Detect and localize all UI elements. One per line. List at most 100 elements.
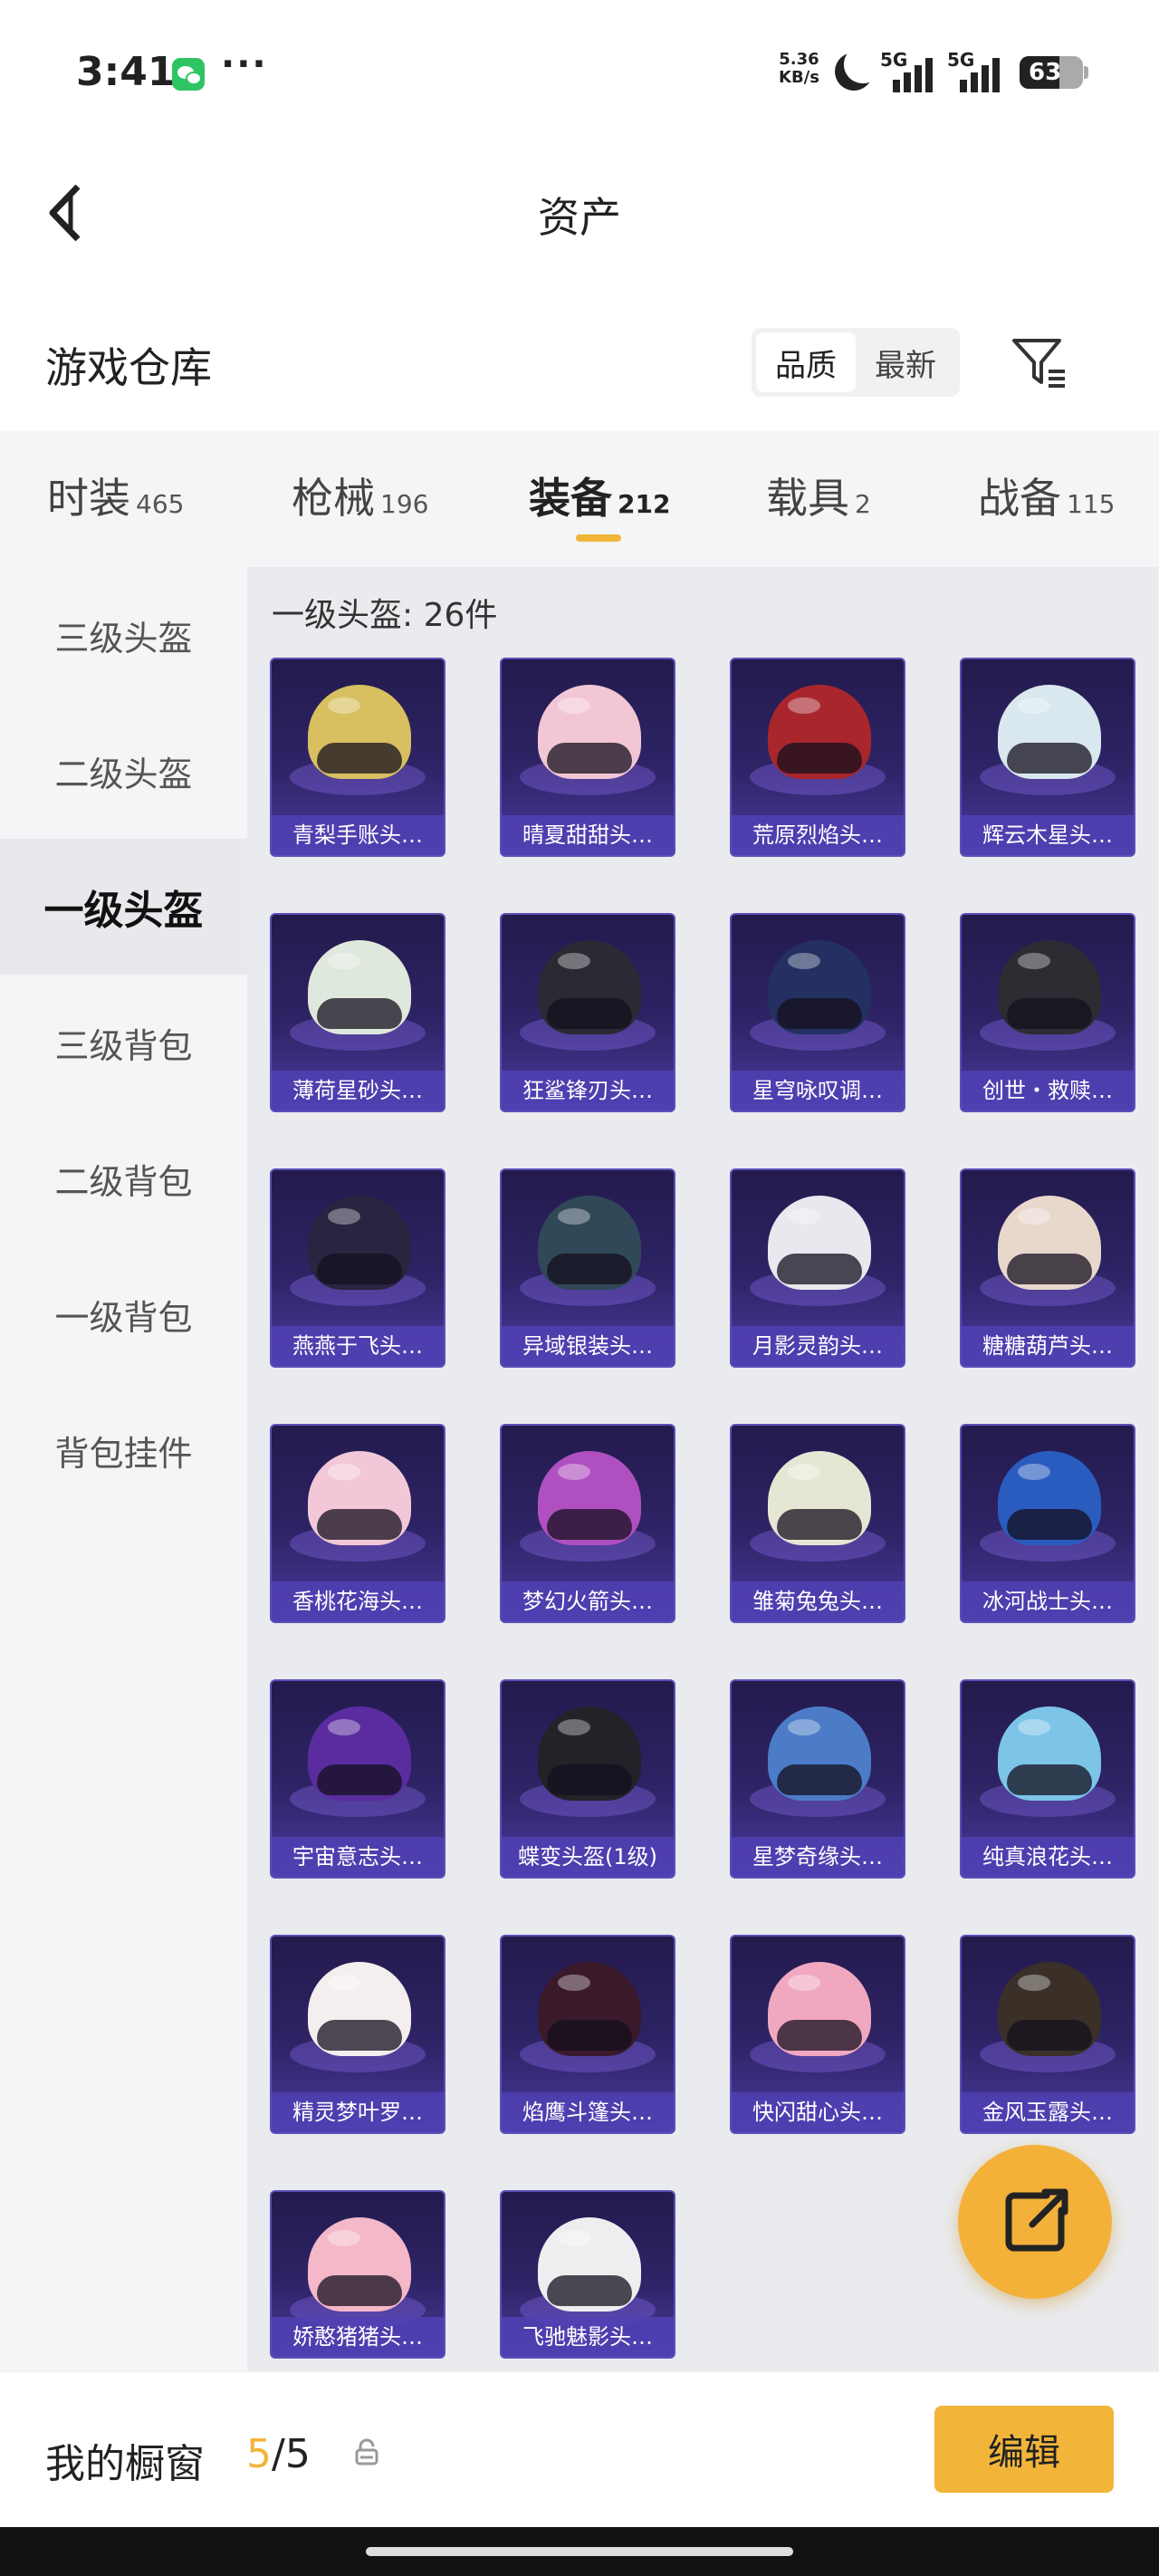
helmet-name: 快闪甜心头… bbox=[732, 2092, 904, 2132]
do-not-disturb-icon bbox=[829, 47, 878, 96]
helmet-name: 燕燕于飞头… bbox=[272, 1326, 444, 1366]
helmet-card[interactable]: 宇宙意志头… bbox=[270, 1679, 445, 1879]
helmet-name: 雏菊兔兔头… bbox=[732, 1581, 904, 1621]
helmet-card[interactable]: 冰河战士头… bbox=[960, 1424, 1135, 1623]
tab-supplies-label: 战备 bbox=[978, 474, 1061, 523]
helmet-image bbox=[998, 685, 1101, 779]
helmet-card[interactable]: 娇憨猪猪头… bbox=[270, 2190, 445, 2359]
tab-vehicles[interactable]: 载具 2 bbox=[766, 466, 871, 525]
tab-firearms-label: 枪械 bbox=[292, 474, 375, 523]
helmet-card[interactable]: 月影灵韵头… bbox=[730, 1168, 905, 1368]
tab-fashion-label: 时装 bbox=[47, 474, 130, 523]
helmet-card[interactable]: 香桃花海头… bbox=[270, 1424, 445, 1623]
helmet-card[interactable]: 狂鲨锋刃头… bbox=[500, 913, 675, 1112]
helmet-image bbox=[538, 1962, 641, 2056]
status-time: 3:41 bbox=[76, 49, 176, 95]
helmet-name: 宇宙意志头… bbox=[272, 1837, 444, 1877]
helmet-name: 焰鹰斗篷头… bbox=[502, 2092, 674, 2132]
tab-fashion-count: 465 bbox=[136, 489, 185, 519]
helmet-card[interactable]: 星穹咏叹调… bbox=[730, 913, 905, 1112]
showcase-current: 5 bbox=[246, 2431, 272, 2477]
helmet-image bbox=[768, 1706, 871, 1801]
helmet-card[interactable]: 辉云木星头… bbox=[960, 658, 1135, 857]
helmet-name: 荒原烈焰头… bbox=[732, 815, 904, 855]
helmet-image bbox=[768, 1196, 871, 1290]
battery-icon: 63 bbox=[1020, 56, 1088, 89]
tab-supplies-count: 115 bbox=[1067, 489, 1116, 519]
sort-toggle: 品质 最新 bbox=[752, 328, 960, 397]
tab-fashion[interactable]: 时装 465 bbox=[47, 466, 184, 525]
helmet-image bbox=[768, 685, 871, 779]
tab-firearms-count: 196 bbox=[380, 489, 429, 519]
tab-equipment[interactable]: 装备 212 bbox=[529, 466, 670, 525]
helmet-card[interactable]: 焰鹰斗篷头… bbox=[500, 1935, 675, 2134]
wechat-notification-icon bbox=[172, 58, 205, 91]
helmet-card[interactable]: 纯真浪花头… bbox=[960, 1679, 1135, 1879]
helmet-card[interactable]: 燕燕于飞头… bbox=[270, 1168, 445, 1368]
helmet-card[interactable]: 晴夏甜甜头… bbox=[500, 658, 675, 857]
tab-vehicles-count: 2 bbox=[855, 489, 871, 519]
helmet-image bbox=[538, 1451, 641, 1545]
helmet-image bbox=[308, 1196, 411, 1290]
helmet-card[interactable]: 精灵梦叶罗… bbox=[270, 1935, 445, 2134]
helmet-image bbox=[998, 1451, 1101, 1545]
sidebar-item-level1-backpack[interactable]: 一级背包 bbox=[0, 1246, 247, 1382]
showcase-label: 我的橱窗 bbox=[45, 2441, 205, 2487]
tab-firearms[interactable]: 枪械 196 bbox=[292, 466, 428, 525]
helmet-card[interactable]: 荒原烈焰头… bbox=[730, 658, 905, 857]
helmet-name: 纯真浪花头… bbox=[962, 1837, 1134, 1877]
helmet-card[interactable]: 薄荷星砂头… bbox=[270, 913, 445, 1112]
home-indicator[interactable] bbox=[366, 2547, 793, 2556]
section-title: 游戏仓库 bbox=[45, 343, 212, 392]
tab-equipment-label: 装备 bbox=[529, 474, 612, 523]
share-button[interactable] bbox=[958, 2145, 1112, 2299]
helmet-name: 星梦奇缘头… bbox=[732, 1837, 904, 1877]
helmet-card[interactable]: 快闪甜心头… bbox=[730, 1935, 905, 2134]
tab-supplies[interactable]: 战备 115 bbox=[978, 466, 1115, 525]
helmet-image bbox=[308, 1451, 411, 1545]
helmet-card[interactable]: 创世・救赎… bbox=[960, 913, 1135, 1112]
share-icon bbox=[1005, 2188, 1068, 2252]
sidebar-item-level3-backpack[interactable]: 三级背包 bbox=[0, 975, 247, 1110]
battery-level: 63 bbox=[1029, 59, 1062, 86]
sidebar-item-backpack-charm[interactable]: 背包挂件 bbox=[0, 1382, 247, 1518]
sort-quality-option[interactable]: 品质 bbox=[756, 332, 856, 392]
helmet-card[interactable]: 糖糖葫芦头… bbox=[960, 1168, 1135, 1368]
helmet-image bbox=[768, 1451, 871, 1545]
showcase-total: /5 bbox=[272, 2431, 311, 2477]
helmet-image bbox=[768, 1962, 871, 2056]
category-tabs: 时装 465 枪械 196 装备 212 载具 2 战备 115 bbox=[0, 431, 1159, 567]
helmet-name: 香桃花海头… bbox=[272, 1581, 444, 1621]
helmet-image bbox=[538, 685, 641, 779]
helmet-name: 梦幻火箭头… bbox=[502, 1581, 674, 1621]
showcase-count: 5/5 bbox=[246, 2431, 311, 2477]
helmet-name: 辉云木星头… bbox=[962, 815, 1134, 855]
sidebar-item-level1-helmet[interactable]: 一级头盔 bbox=[0, 839, 247, 975]
helmet-name: 蝶变头盔(1级) bbox=[502, 1837, 674, 1877]
subcategory-sidebar: 三级头盔 二级头盔 一级头盔 三级背包 二级背包 一级背包 背包挂件 bbox=[0, 567, 247, 2379]
helmet-card[interactable]: 星梦奇缘头… bbox=[730, 1679, 905, 1879]
sidebar-item-level2-backpack[interactable]: 二级背包 bbox=[0, 1110, 247, 1246]
helmet-card[interactable]: 梦幻火箭头… bbox=[500, 1424, 675, 1623]
helmet-card[interactable]: 异域银装头… bbox=[500, 1168, 675, 1368]
helmet-card[interactable]: 飞驰魅影头… bbox=[500, 2190, 675, 2359]
signal-1-label: 5G bbox=[880, 49, 908, 71]
sort-newest-option[interactable]: 最新 bbox=[856, 332, 955, 392]
sidebar-item-level3-helmet[interactable]: 三级头盔 bbox=[0, 567, 247, 703]
helmet-name: 狂鲨锋刃头… bbox=[502, 1071, 674, 1110]
tab-equipment-count: 212 bbox=[618, 489, 671, 519]
edit-button[interactable]: 编辑 bbox=[934, 2406, 1114, 2493]
filter-icon[interactable] bbox=[1011, 335, 1068, 389]
helmet-image bbox=[538, 2217, 641, 2312]
helmet-image bbox=[998, 1962, 1101, 2056]
helmet-image bbox=[998, 1706, 1101, 1801]
item-count-header: 一级头盔: 26件 bbox=[272, 597, 498, 634]
sidebar-item-level2-helmet[interactable]: 二级头盔 bbox=[0, 703, 247, 839]
signal-2-icon: 5G bbox=[947, 49, 1011, 92]
helmet-card[interactable]: 雏菊兔兔头… bbox=[730, 1424, 905, 1623]
helmet-card[interactable]: 金风玉露头… bbox=[960, 1935, 1135, 2134]
more-notifications-icon: ··· bbox=[221, 43, 268, 85]
helmet-name: 飞驰魅影头… bbox=[502, 2317, 674, 2357]
helmet-card[interactable]: 蝶变头盔(1级) bbox=[500, 1679, 675, 1879]
helmet-card[interactable]: 青梨手账头… bbox=[270, 658, 445, 857]
